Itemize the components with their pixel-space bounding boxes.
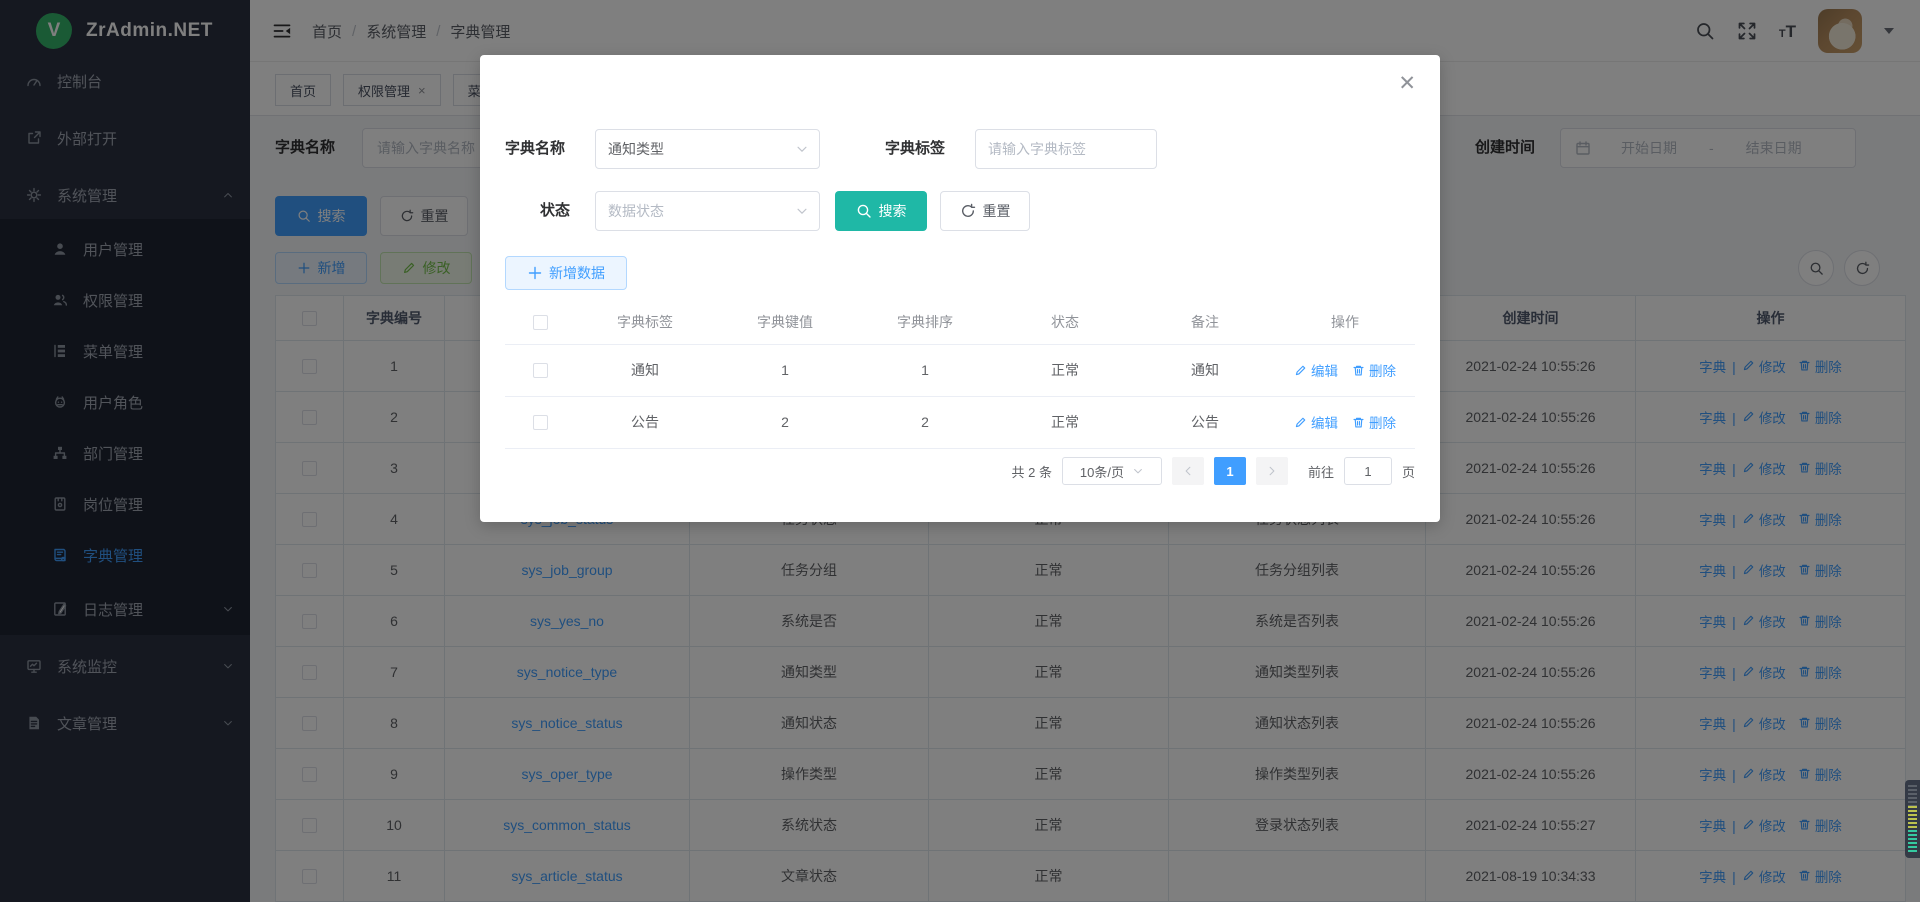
goto-label: 前往 bbox=[1308, 462, 1334, 481]
op-cell: 编辑删除 bbox=[1275, 396, 1415, 448]
dict-label-cell: 公告 bbox=[575, 396, 715, 448]
row-delete-link[interactable]: 删除 bbox=[1352, 412, 1396, 432]
stripe-gray bbox=[1908, 785, 1917, 806]
refresh-icon bbox=[960, 203, 976, 219]
row-checkbox-cell bbox=[505, 344, 575, 396]
status-cell: 正常 bbox=[995, 396, 1135, 448]
dialog-table-header-row: 字典标签字典键值字典排序状态备注操作 bbox=[505, 300, 1415, 344]
pagination-total: 共 2 条 bbox=[1012, 462, 1052, 481]
column-header: 字典排序 bbox=[855, 300, 995, 344]
dialog-dict-label-placeholder: 请输入字典标签 bbox=[988, 139, 1086, 159]
dialog-dict-label-input[interactable]: 请输入字典标签 bbox=[975, 129, 1157, 169]
chevron-down-icon bbox=[795, 142, 809, 156]
row-edit-link[interactable]: 编辑 bbox=[1294, 360, 1338, 380]
app-root: V ZrAdmin.NET 控制台外部打开系统管理用户管理权限管理菜单管理用户角… bbox=[0, 0, 1920, 902]
chevron-left-icon bbox=[1182, 465, 1194, 477]
dict-sort-cell: 2 bbox=[855, 396, 995, 448]
chevron-right-icon bbox=[1266, 465, 1278, 477]
dict-value-cell: 2 bbox=[715, 396, 855, 448]
dialog-dict-name-label: 字典名称 bbox=[505, 129, 565, 169]
dict-data-table: 字典标签字典键值字典排序状态备注操作通知11正常通知编辑删除公告22正常公告编辑… bbox=[505, 300, 1415, 449]
close-icon[interactable]: ✕ bbox=[1398, 73, 1416, 94]
status-cell: 正常 bbox=[995, 344, 1135, 396]
next-page-button[interactable] bbox=[1256, 457, 1288, 485]
dialog-status-label: 状态 bbox=[540, 191, 570, 231]
prev-page-button[interactable] bbox=[1172, 457, 1204, 485]
dialog-status-select[interactable]: 数据状态 bbox=[595, 191, 820, 231]
page-size-select[interactable]: 10条/页 bbox=[1062, 457, 1162, 485]
goto-suffix: 页 bbox=[1402, 462, 1415, 481]
search-icon bbox=[856, 203, 872, 219]
column-header: 备注 bbox=[1135, 300, 1275, 344]
dialog-add-data-button[interactable]: 新增数据 bbox=[505, 256, 627, 290]
stripe-yellow bbox=[1908, 806, 1917, 829]
dict-sort-cell: 1 bbox=[855, 344, 995, 396]
column-header: 字典标签 bbox=[575, 300, 715, 344]
dialog-reset-button-label: 重置 bbox=[983, 201, 1011, 221]
column-header: 操作 bbox=[1275, 300, 1415, 344]
dialog-dict-label-label: 字典标签 bbox=[885, 129, 945, 169]
dialog-reset-button[interactable]: 重置 bbox=[940, 191, 1030, 231]
row-checkbox[interactable] bbox=[533, 363, 548, 378]
page-number-button[interactable]: 1 bbox=[1214, 457, 1246, 485]
row-delete-link[interactable]: 删除 bbox=[1352, 360, 1396, 380]
scrollbar-thumb-widget[interactable] bbox=[1905, 780, 1920, 858]
dialog-search-button-label: 搜索 bbox=[879, 201, 907, 221]
dialog-pagination: 共 2 条 10条/页 1 前往 1 页 bbox=[1012, 455, 1416, 487]
dict-label-cell: 通知 bbox=[575, 344, 715, 396]
dialog-status-placeholder: 数据状态 bbox=[608, 201, 664, 221]
dialog-add-data-label: 新增数据 bbox=[549, 263, 605, 283]
dialog-table-row: 公告22正常公告编辑删除 bbox=[505, 396, 1415, 448]
pencil-icon bbox=[1294, 416, 1307, 429]
op-cell: 编辑删除 bbox=[1275, 344, 1415, 396]
dialog-table-row: 通知11正常通知编辑删除 bbox=[505, 344, 1415, 396]
row-checkbox-cell bbox=[505, 396, 575, 448]
plus-icon bbox=[527, 265, 543, 281]
dialog-search-button[interactable]: 搜索 bbox=[835, 191, 927, 231]
stripe-teal bbox=[1908, 830, 1917, 853]
column-header: 字典键值 bbox=[715, 300, 855, 344]
row-checkbox[interactable] bbox=[533, 415, 548, 430]
pencil-icon bbox=[1294, 364, 1307, 377]
remark-cell: 公告 bbox=[1135, 396, 1275, 448]
dialog-dict-name-value: 通知类型 bbox=[608, 139, 664, 159]
row-edit-link[interactable]: 编辑 bbox=[1294, 412, 1338, 432]
column-header: 状态 bbox=[995, 300, 1135, 344]
dict-value-cell: 1 bbox=[715, 344, 855, 396]
remark-cell: 通知 bbox=[1135, 344, 1275, 396]
chevron-down-icon bbox=[1132, 465, 1144, 477]
page-size-value: 10条/页 bbox=[1080, 462, 1124, 481]
goto-page-input[interactable]: 1 bbox=[1344, 457, 1392, 485]
trash-icon bbox=[1352, 364, 1365, 377]
dialog-dict-name-select[interactable]: 通知类型 bbox=[595, 129, 820, 169]
select-all-header bbox=[505, 300, 575, 344]
select-all-checkbox[interactable] bbox=[533, 315, 548, 330]
dict-data-dialog: ✕ 字典名称 通知类型 字典标签 请输入字典标签 状态 数据状态 搜索 重置 新… bbox=[480, 55, 1440, 522]
trash-icon bbox=[1352, 416, 1365, 429]
chevron-down-icon bbox=[795, 204, 809, 218]
